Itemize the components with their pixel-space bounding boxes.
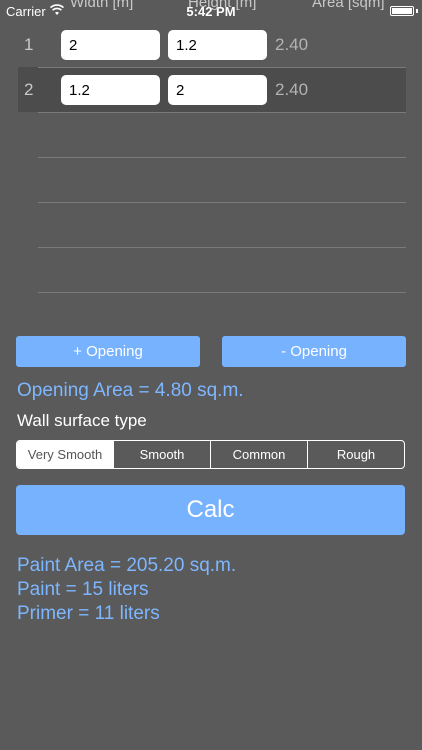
paint-result: Paint = 15 liters [17, 579, 149, 600]
row-separator [38, 67, 406, 68]
segment-very-smooth[interactable]: Very Smooth [17, 441, 113, 468]
row-number: 1 [24, 35, 34, 54]
wall-surface-label: Wall surface type [17, 411, 147, 430]
table-row: 2 2.40 [18, 67, 406, 112]
add-opening-button[interactable]: + Opening [16, 336, 200, 367]
battery-icon [390, 6, 414, 16]
column-header-height: Height [m] [188, 0, 257, 11]
row-separator [38, 292, 406, 293]
paint-area-result: Paint Area = 205.20 sq.m. [17, 555, 237, 576]
segment-common[interactable]: Common [210, 441, 307, 468]
battery-tip [416, 9, 418, 13]
calc-button[interactable]: Calc [16, 485, 405, 535]
segment-rough[interactable]: Rough [307, 441, 404, 468]
openings-table: 1 2.40 2 2.40 [18, 22, 406, 293]
width-input[interactable] [61, 30, 160, 60]
opening-area-text: Opening Area = 4.80 sq.m. [17, 380, 244, 401]
remove-opening-button[interactable]: - Opening [222, 336, 406, 367]
column-header-width: Width [m] [70, 0, 134, 11]
row-area: 2.40 [275, 80, 309, 99]
segment-smooth[interactable]: Smooth [113, 441, 210, 468]
row-area: 2.40 [275, 35, 309, 54]
row-separator [38, 202, 406, 203]
height-input[interactable] [168, 30, 267, 60]
width-input[interactable] [61, 75, 160, 105]
row-number: 2 [24, 80, 34, 99]
row-separator [38, 112, 406, 113]
surface-type-selector: Very Smooth Smooth Common Rough [16, 440, 405, 469]
column-header-area: Area [sqm] [312, 0, 385, 11]
row-separator [38, 157, 406, 158]
row-separator [38, 247, 406, 248]
table-row: 1 2.40 [18, 22, 406, 67]
primer-result: Primer = 11 liters [17, 603, 160, 624]
height-input[interactable] [168, 75, 267, 105]
